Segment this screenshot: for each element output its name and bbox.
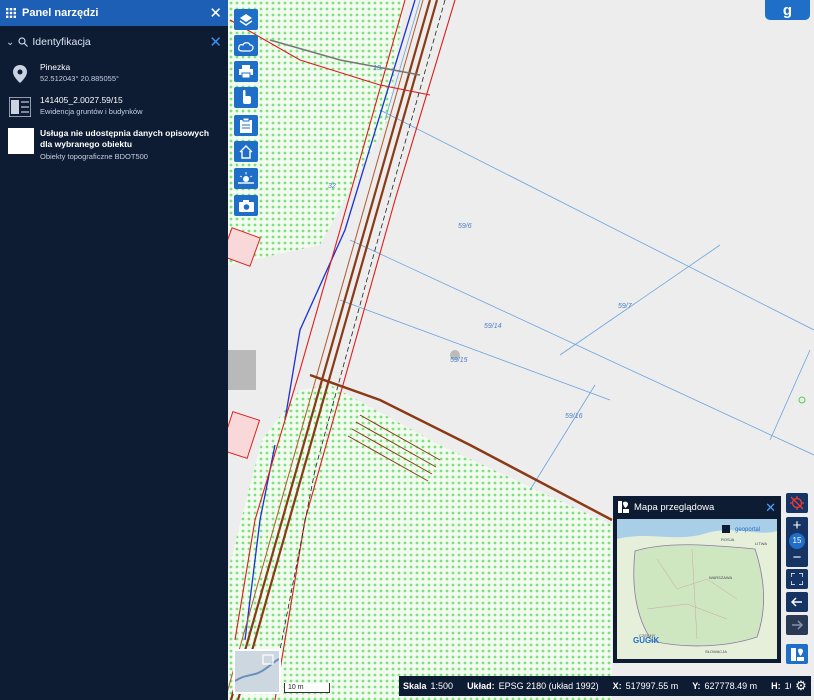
- home-edit-button[interactable]: [234, 141, 258, 162]
- arrow-right-icon: [792, 620, 803, 630]
- overview-header: Mapa przeglądowa ✕: [613, 496, 781, 518]
- chevron-down-icon[interactable]: ⌄: [6, 37, 14, 48]
- cloud-icon: [238, 41, 254, 52]
- h-label: H:: [771, 681, 781, 691]
- parcel-label: 59/14: [484, 323, 502, 330]
- basemap-switch-thumbnail[interactable]: [233, 649, 281, 694]
- scale-bar: 10 m: [284, 683, 330, 693]
- y-label: Y:: [692, 681, 701, 691]
- overview-label: CZECHY: [639, 633, 656, 638]
- zoom-out-button[interactable]: −: [786, 550, 808, 565]
- overview-label: SŁOWACJA: [705, 649, 727, 654]
- clipboard-icon: [240, 118, 252, 133]
- layers-icon: [239, 13, 253, 26]
- zoom-control: + 15 −: [786, 517, 808, 567]
- home-edit-icon: [239, 144, 252, 159]
- tool-panel: Panel narzędzi ✕ ⌄ Identyfikacja ✕ Pinez…: [0, 0, 228, 700]
- item-subtitle: Obiekty topograficzne BDOT500: [40, 152, 148, 161]
- geoportal-logo[interactable]: g: [765, 0, 810, 20]
- parcel-label: 32: [328, 183, 336, 190]
- arrow-left-icon: [791, 597, 802, 607]
- location-button[interactable]: [786, 493, 808, 513]
- grid-menu-icon[interactable]: [6, 8, 16, 18]
- camera-button[interactable]: [234, 195, 258, 216]
- zoom-in-button[interactable]: +: [786, 518, 808, 533]
- overview-label: ROSJA: [721, 537, 735, 542]
- cloud-button[interactable]: [234, 35, 258, 56]
- gear-icon: ⚙: [795, 678, 807, 693]
- item-title: Usługa nie udostępnia danych opisowych d…: [40, 128, 210, 149]
- fullscreen-button[interactable]: [786, 569, 808, 589]
- weather-icon: [238, 172, 254, 184]
- parcel-label: 59/6: [458, 223, 472, 230]
- building: [226, 350, 256, 390]
- x-label: X:: [612, 681, 622, 691]
- overview-map-icon: [790, 647, 804, 661]
- parcel-label: 13: [373, 65, 381, 72]
- settings-button[interactable]: ⚙: [791, 676, 811, 696]
- close-panel-icon[interactable]: ✕: [209, 6, 222, 21]
- parcel-label: 59/16: [565, 413, 583, 420]
- logo-text: g: [782, 1, 793, 19]
- green-area-bottom: [228, 385, 612, 700]
- panel-title: Panel narzędzi: [22, 7, 99, 19]
- list-item[interactable]: 141405_2.0027.59/15 Ewidencja gruntów i …: [0, 95, 228, 119]
- close-overview-icon[interactable]: ✕: [765, 500, 776, 515]
- item-subtitle: 52.512043° 20.885055°: [40, 74, 119, 83]
- panel-header: Panel narzędzi ✕: [0, 0, 228, 26]
- forward-button[interactable]: [786, 615, 808, 635]
- overview-map-panel: Mapa przeglądowa ✕ geoportal GUGiK ROSJA…: [613, 496, 781, 663]
- pin-icon: [8, 62, 32, 86]
- item-title: Pinezka: [40, 62, 71, 72]
- camera-icon: [238, 199, 254, 212]
- y-value: 627778.49 m: [704, 681, 758, 691]
- fullscreen-icon: [791, 573, 803, 585]
- blank-icon: [8, 128, 34, 154]
- list-item[interactable]: Pinezka 52.512043° 20.885055°: [0, 62, 228, 86]
- status-bar: Skala 1:500 Układ: EPSG 2180 (układ 1992…: [399, 676, 812, 696]
- overview-label: WARSZAWA: [709, 575, 732, 580]
- back-button[interactable]: [786, 592, 808, 612]
- close-section-icon[interactable]: ✕: [209, 35, 222, 50]
- touch-button[interactable]: [234, 87, 258, 108]
- overview-label: geoportal: [735, 527, 760, 533]
- weather-button[interactable]: [234, 168, 258, 189]
- clipboard-button[interactable]: [234, 115, 258, 136]
- crs-label: Układ:: [467, 681, 495, 691]
- touch-icon: [243, 90, 251, 104]
- zoom-level-badge: 15: [789, 533, 805, 549]
- x-value: 517997.55 m: [625, 681, 679, 691]
- crs-value[interactable]: EPSG 2180 (układ 1992): [499, 681, 599, 691]
- identification-section-header[interactable]: ⌄ Identyfikacja ✕: [0, 26, 228, 50]
- overview-map[interactable]: geoportal GUGiK ROSJA LITWA WARSZAWA CZE…: [617, 519, 777, 659]
- scale-value[interactable]: 1:500: [431, 681, 454, 691]
- print-icon: [239, 65, 253, 78]
- section-title: Identyfikacja: [32, 36, 91, 48]
- scale-label: Skala: [403, 681, 427, 691]
- overview-map-button[interactable]: [786, 644, 808, 664]
- search-icon: [18, 37, 29, 47]
- parcel-label: 59/15: [450, 357, 468, 364]
- item-subtitle: Ewidencja gruntów i budynków: [40, 107, 143, 116]
- parcel-label: 59/7: [618, 303, 633, 310]
- layers-button[interactable]: [234, 9, 258, 30]
- item-title: 141405_2.0027.59/15: [40, 95, 123, 105]
- print-button[interactable]: [234, 61, 258, 82]
- cadastre-icon: [8, 95, 32, 119]
- overview-map-icon: [618, 501, 629, 513]
- list-item[interactable]: Usługa nie udostępnia danych opisowych d…: [0, 128, 228, 161]
- crosshair-icon: [790, 496, 804, 510]
- overview-label: LITWA: [755, 541, 767, 546]
- overview-title: Mapa przeglądowa: [634, 501, 715, 513]
